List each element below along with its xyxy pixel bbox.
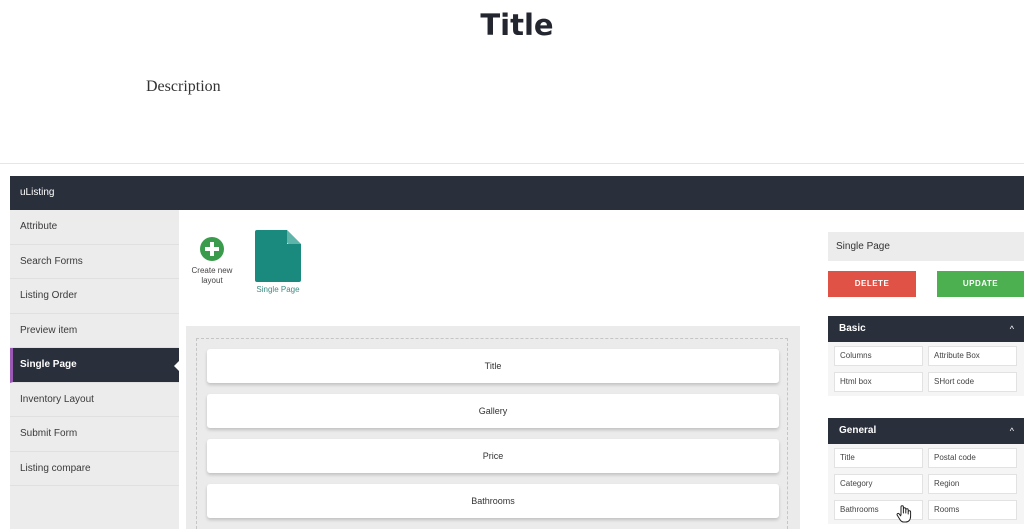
builder-drop-zone: Title Gallery Price Bathrooms [196, 338, 788, 529]
create-layout-label-line1: Create new [191, 266, 233, 275]
builder-block-title[interactable]: Title [207, 349, 779, 383]
field-region[interactable]: Region [928, 474, 1017, 494]
section-general: General ^ Title Postal code Category Reg… [828, 418, 1024, 524]
field-attribute-box[interactable]: Attribute Box [928, 346, 1017, 366]
sidebar-item-search-forms[interactable]: Search Forms [10, 245, 179, 279]
single-page-layout-item[interactable]: Single Page [252, 230, 304, 294]
document-icon [255, 230, 301, 282]
section-general-body: Title Postal code Category Region Bathro… [828, 444, 1024, 524]
field-html-box[interactable]: Html box [834, 372, 923, 392]
sidebar-item-submit-form[interactable]: Submit Form [10, 417, 179, 452]
field-title[interactable]: Title [834, 448, 923, 468]
create-layout-label-line2: layout [201, 276, 223, 285]
field-postal-code[interactable]: Postal code [928, 448, 1017, 468]
builder-block-price[interactable]: Price [207, 439, 779, 473]
section-general-header[interactable]: General ^ [828, 418, 1024, 444]
section-basic-header[interactable]: Basic ^ [828, 316, 1024, 342]
layout-builder-canvas: Title Gallery Price Bathrooms [186, 326, 800, 529]
section-basic: Basic ^ Columns Attribute Box Html box S… [828, 316, 1024, 396]
page-title: Title [480, 8, 554, 42]
sidebar: Attribute Search Forms Listing Order Pre… [10, 210, 180, 529]
field-short-code[interactable]: SHort code [928, 372, 1017, 392]
sidebar-item-attribute[interactable]: Attribute [10, 210, 179, 245]
update-button[interactable]: UPDATE [937, 271, 1024, 297]
app-header-bar: uListing [10, 176, 1024, 210]
page-description: Description [146, 78, 221, 95]
right-panel-title: Single Page [828, 232, 1024, 261]
field-rooms[interactable]: Rooms [928, 500, 1017, 520]
sidebar-item-listing-order[interactable]: Listing Order [10, 279, 179, 314]
field-columns[interactable]: Columns [834, 346, 923, 366]
chevron-up-icon: ^ [1009, 426, 1014, 436]
field-category[interactable]: Category [834, 474, 923, 494]
app-name: uListing [20, 187, 55, 198]
single-page-layout-label: Single Page [256, 285, 300, 294]
top-divider [0, 163, 1024, 164]
section-general-title: General [839, 425, 877, 436]
sidebar-item-preview-item[interactable]: Preview item [10, 314, 179, 348]
builder-block-bathrooms[interactable]: Bathrooms [207, 484, 779, 518]
chevron-up-icon: ^ [1009, 324, 1014, 334]
sidebar-item-inventory-layout[interactable]: Inventory Layout [10, 383, 179, 417]
create-new-layout-button[interactable]: Create new layout [186, 237, 238, 286]
builder-block-gallery[interactable]: Gallery [207, 394, 779, 428]
sidebar-item-listing-compare[interactable]: Listing compare [10, 452, 179, 486]
section-basic-body: Columns Attribute Box Html box SHort cod… [828, 342, 1024, 396]
sidebar-item-single-page[interactable]: Single Page [10, 348, 180, 383]
section-basic-title: Basic [839, 323, 866, 334]
delete-button[interactable]: DELETE [828, 271, 916, 297]
plus-circle-icon [200, 237, 224, 261]
hand-cursor-icon [896, 505, 912, 523]
